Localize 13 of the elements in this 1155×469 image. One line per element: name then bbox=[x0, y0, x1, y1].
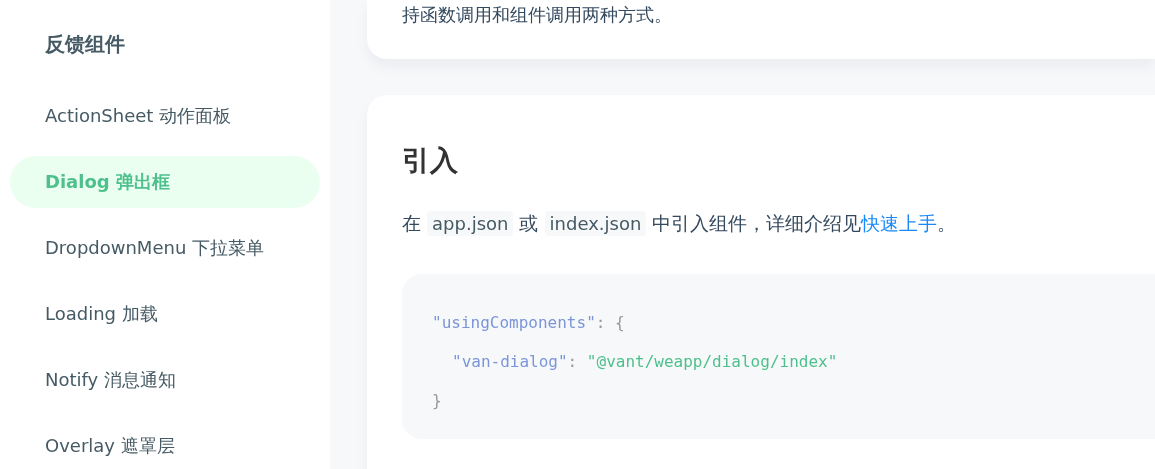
sidebar-item[interactable]: Overlay 遮罩层 bbox=[10, 420, 320, 469]
sidebar-item[interactable]: Loading 加载 bbox=[10, 288, 320, 340]
code-line: } bbox=[432, 390, 442, 412]
intro-paragraph: 在 app.json 或 index.json 中引入组件，详细介绍见快速上手。 bbox=[402, 210, 958, 238]
sidebar-item[interactable]: Notify 消息通知 bbox=[10, 354, 320, 406]
quick-start-link[interactable]: 快速上手 bbox=[861, 212, 938, 234]
intro-text: 持函数调用和组件调用两种方式。 bbox=[402, 3, 672, 27]
section-heading: 引入 bbox=[402, 143, 459, 179]
sidebar-item[interactable]: ActionSheet 动作面板 bbox=[10, 90, 320, 142]
code-line: "van-dialog": "@vant/weapp/dialog/index" bbox=[451, 351, 838, 373]
sidebar-item[interactable]: DropdownMenu 下拉菜单 bbox=[10, 222, 320, 274]
group-title: 反馈组件 bbox=[44, 31, 126, 58]
code-line: "usingComponents": { bbox=[432, 312, 625, 334]
